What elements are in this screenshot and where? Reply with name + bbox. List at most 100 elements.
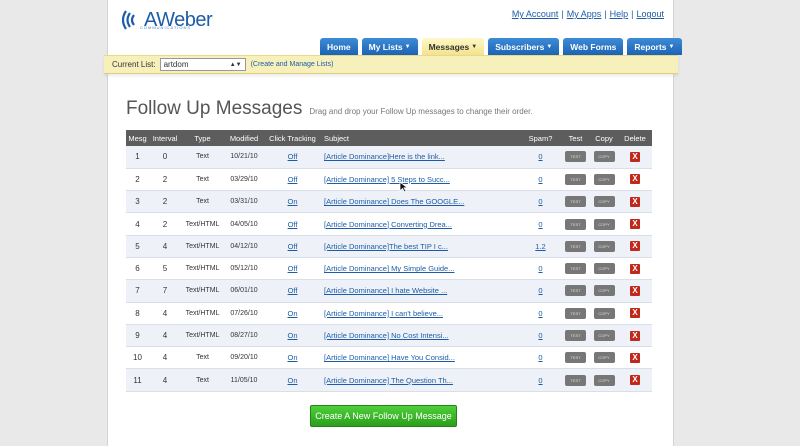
tab-my-lists[interactable]: My Lists ▼	[361, 38, 418, 55]
delete-icon[interactable]: X	[630, 151, 640, 162]
click-tracking-link[interactable]: Off	[288, 264, 298, 273]
test-button[interactable]: TEST	[565, 263, 586, 275]
copy-button[interactable]: COPY	[593, 307, 615, 319]
test-cell: TEST	[561, 235, 590, 257]
test-button[interactable]: TEST	[565, 218, 586, 230]
table-row[interactable]: 7 7 Text/HTML 06/01/10 Off [Article Dominance…	[126, 279, 652, 303]
delete-icon[interactable]: X	[630, 375, 640, 386]
table-row[interactable]: 10 4 Text 09/20/10 On [Article Dominance] Hav…	[126, 346, 652, 369]
test-button[interactable]: TEST	[565, 240, 586, 252]
spam-score-link[interactable]: 0	[538, 353, 542, 362]
copy-button[interactable]: COPY	[593, 352, 615, 364]
copy-button[interactable]: COPY	[593, 196, 615, 208]
click-tracking-link[interactable]: Off	[288, 286, 298, 295]
test-button[interactable]: TEST	[565, 151, 586, 163]
copy-cell: COPY	[590, 347, 618, 369]
spam-score-link[interactable]: 0	[538, 152, 542, 161]
copy-button[interactable]: COPY	[593, 263, 615, 275]
copy-button[interactable]: COPY	[593, 285, 615, 297]
click-tracking-link[interactable]: On	[287, 197, 297, 206]
subject-link[interactable]: [Article Dominance] I hate Website ...	[324, 286, 447, 295]
subject-link[interactable]: [Article Dominance]The best TIP I c...	[324, 242, 448, 251]
col-subject: Subject	[321, 130, 520, 146]
delete-icon[interactable]: X	[630, 241, 640, 252]
table-row[interactable]: 1 0 Text 10/21/10 Off [Article Dominance]Here…	[126, 146, 652, 169]
delete-icon[interactable]: X	[630, 263, 640, 274]
spam-score-link[interactable]: 1.2	[535, 242, 545, 251]
subject-link[interactable]: [Article Dominance]Here is the link...	[324, 152, 445, 161]
create-follow-up-button[interactable]: Create A New Follow Up Message	[310, 405, 457, 427]
table-row[interactable]: 9 4 Text/HTML 08/27/10 On [Article Dominance]…	[126, 324, 652, 347]
spam-score-link[interactable]: 0	[538, 197, 542, 206]
spam-score-cell: 0	[520, 257, 561, 279]
logout-link[interactable]: Logout	[636, 9, 664, 19]
subject-link[interactable]: [Article Dominance] Does The GOOGLE...	[324, 197, 464, 206]
click-tracking-link[interactable]: Off	[288, 152, 298, 161]
mesg-number: 8	[135, 308, 140, 318]
spam-score-link[interactable]: 0	[538, 376, 542, 385]
tab-messages[interactable]: Messages ▼	[421, 38, 485, 55]
copy-cell: COPY	[590, 146, 618, 168]
table-row[interactable]: 4 2 Text/HTML 04/05/10 Off [Article Dominance…	[126, 212, 652, 236]
table-row[interactable]: 5 4 Text/HTML 04/12/10 Off [Article Dominance…	[126, 235, 652, 258]
tab-home[interactable]: Home	[320, 38, 358, 55]
table-row[interactable]: 2 2 Text 03/29/10 Off [Article Dominance] 5 S…	[126, 168, 652, 191]
subject-link[interactable]: [Article Dominance] My Simple Guide...	[324, 264, 454, 273]
test-button[interactable]: TEST	[565, 196, 586, 208]
spam-score-link[interactable]: 0	[538, 286, 542, 295]
click-tracking-link[interactable]: On	[287, 353, 297, 362]
spam-score-link[interactable]: 0	[538, 175, 542, 184]
modified-date: 04/05/10	[230, 220, 258, 228]
table-row[interactable]: 11 4 Text 11/05/10 On [Article Dominance] The…	[126, 368, 652, 392]
subject-link[interactable]: [Article Dominance] I can't believe...	[324, 309, 443, 318]
my-apps-link[interactable]: My Apps	[567, 9, 602, 19]
current-list-select[interactable]: artdom ▲▼	[159, 58, 246, 71]
message-type: Text/HTML	[185, 287, 220, 295]
click-tracking-link[interactable]: Off	[288, 175, 298, 184]
test-button[interactable]: TEST	[565, 285, 586, 297]
delete-icon[interactable]: X	[630, 285, 640, 296]
delete-icon[interactable]: X	[630, 352, 640, 363]
click-tracking-link[interactable]: Off	[288, 242, 298, 251]
spam-score-link[interactable]: 0	[538, 331, 542, 340]
tab-web-forms[interactable]: Web Forms	[563, 38, 624, 55]
test-button[interactable]: TEST	[565, 374, 586, 386]
aweber-logo-icon	[121, 10, 135, 30]
subject-link[interactable]: [Article Dominance] The Question Th...	[324, 376, 453, 385]
my-account-link[interactable]: My Account	[512, 9, 559, 19]
test-button[interactable]: TEST	[565, 173, 586, 185]
copy-button[interactable]: COPY	[593, 374, 615, 386]
delete-icon[interactable]: X	[630, 196, 640, 207]
delete-icon[interactable]: X	[630, 219, 640, 230]
table-row[interactable]: 8 4 Text/HTML 07/26/10 On [Article Dominance]…	[126, 302, 652, 325]
subject-link[interactable]: [Article Dominance] 5 Steps to Succ...	[324, 175, 450, 184]
click-tracking-link[interactable]: On	[287, 309, 297, 318]
tab-reports[interactable]: Reports ▼	[627, 38, 682, 55]
table-row[interactable]: 6 5 Text/HTML 05/12/10 Off [Article Dominance…	[126, 257, 652, 280]
subject-link[interactable]: [Article Dominance] No Cost Intensi...	[324, 331, 449, 340]
copy-button[interactable]: COPY	[593, 151, 615, 163]
test-button[interactable]: TEST	[565, 352, 586, 364]
copy-button[interactable]: COPY	[593, 218, 615, 230]
click-tracking-link[interactable]: On	[287, 376, 297, 385]
test-button[interactable]: TEST	[565, 330, 586, 342]
spam-score-link[interactable]: 0	[538, 220, 542, 229]
spam-score-link[interactable]: 0	[538, 309, 542, 318]
spam-score-link[interactable]: 0	[538, 264, 542, 273]
delete-icon[interactable]: X	[630, 308, 640, 319]
copy-button[interactable]: COPY	[593, 173, 615, 185]
manage-lists-link[interactable]: (Create and Manage Lists)	[251, 61, 334, 68]
copy-button[interactable]: COPY	[593, 330, 615, 342]
copy-cell: COPY	[590, 235, 618, 257]
test-button[interactable]: TEST	[565, 307, 586, 319]
tab-subscribers[interactable]: Subscribers ▼	[488, 38, 560, 55]
subject-link[interactable]: [Article Dominance] Have You Consid...	[324, 353, 455, 362]
delete-icon[interactable]: X	[630, 330, 640, 341]
copy-button[interactable]: COPY	[593, 240, 615, 252]
delete-icon[interactable]: X	[630, 174, 640, 185]
subject-link[interactable]: [Article Dominance] Converting Drea...	[324, 220, 452, 229]
table-row[interactable]: 3 2 Text 03/31/10 On [Article Dominance] Does…	[126, 190, 652, 213]
click-tracking-link[interactable]: Off	[288, 220, 298, 229]
help-link[interactable]: Help	[610, 9, 629, 19]
click-tracking-link[interactable]: On	[287, 331, 297, 340]
